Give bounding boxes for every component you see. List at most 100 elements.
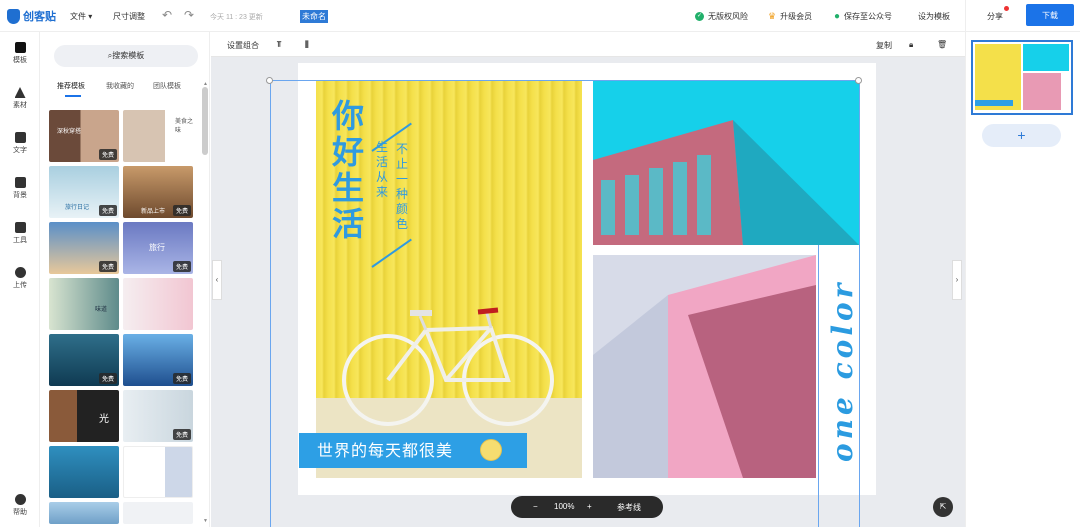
script-text[interactable]: one color: [820, 262, 859, 472]
page-thumbnail[interactable]: [971, 40, 1073, 115]
tab-recommended[interactable]: 推荐模板: [57, 81, 85, 91]
rail-item-tools[interactable]: 工具: [0, 222, 40, 245]
document-name[interactable]: 未命名: [300, 10, 328, 23]
selection-border: [270, 80, 860, 81]
zoom-out-button[interactable]: −: [533, 502, 538, 511]
align-top-icon[interactable]: ⫪: [277, 40, 282, 50]
tab-underline: [65, 95, 81, 97]
pink-architecture-photo[interactable]: [593, 255, 816, 478]
template-thumb[interactable]: 旅行 免费: [123, 222, 193, 274]
yellow-wall-photo[interactable]: 你好生活 生活从来 不止一种颜色: [316, 80, 582, 478]
upload-icon: [14, 267, 26, 278]
resize-handle[interactable]: [855, 77, 862, 84]
template-thumb[interactable]: 免费: [123, 390, 193, 442]
add-page-button[interactable]: +: [982, 124, 1061, 147]
rail-label: 文字: [13, 147, 27, 154]
collapse-left-icon[interactable]: ‹: [212, 260, 222, 300]
upgrade-label: 升级会员: [780, 12, 813, 21]
free-badge: 免费: [98, 205, 117, 216]
align-center-icon[interactable]: ⫼: [305, 40, 309, 50]
template-thumb[interactable]: [123, 502, 193, 524]
rail-label: 工具: [13, 237, 27, 244]
rail-item-text[interactable]: 文字: [0, 132, 40, 155]
share-button[interactable]: 分享: [987, 11, 1003, 22]
thumb-caption: 深秋穿搭: [57, 129, 82, 135]
help-icon: [14, 494, 26, 505]
tab-favorites[interactable]: 我收藏的: [106, 81, 134, 91]
template-thumb[interactable]: 味道: [49, 278, 119, 330]
zoom-level[interactable]: 100%: [554, 502, 574, 511]
divider: [965, 0, 966, 32]
thumb-caption: 旅行: [149, 243, 165, 252]
template-thumb[interactable]: [123, 278, 193, 330]
resize-handle[interactable]: [266, 77, 273, 84]
chevron-down-icon: ▾: [88, 12, 93, 21]
template-thumb[interactable]: 美食之味: [123, 110, 193, 162]
template-thumb[interactable]: 深秋穿搭 免费: [49, 110, 119, 162]
template-thumb[interactable]: 免费: [49, 222, 119, 274]
rail-item-background[interactable]: 背景: [0, 177, 40, 200]
thumb-caption: 美食之味: [175, 119, 193, 134]
zoom-bar: − 100% + 参考线: [511, 496, 663, 518]
rail-item-material[interactable]: 素材: [0, 87, 40, 110]
guides-toggle[interactable]: 参考线: [617, 502, 641, 513]
collapse-right-icon[interactable]: ›: [952, 260, 962, 300]
canvas-toolbar: 设置组合 ⫪ ⫼ 复制 🔒︎ 🗑︎: [211, 32, 965, 57]
thumb-caption: 光: [99, 414, 109, 425]
save-time: 今天 11 : 23 更新: [210, 14, 263, 21]
file-menu[interactable]: 文件 ▾: [70, 11, 92, 22]
scrollbar[interactable]: [202, 87, 208, 155]
template-thumb[interactable]: 免费: [49, 334, 119, 386]
rail-label: 素材: [13, 102, 27, 109]
building-photo[interactable]: [593, 80, 859, 245]
tab-team[interactable]: 团队模板: [153, 81, 181, 91]
template-thumb[interactable]: 新品上市 免费: [123, 166, 193, 218]
template-thumb[interactable]: [123, 446, 193, 498]
copyright-status[interactable]: ✓ 无版权风险: [695, 11, 748, 22]
delete-icon[interactable]: 🗑︎: [937, 40, 947, 49]
free-badge: 免费: [98, 261, 117, 272]
app-logo[interactable]: 创客贴: [7, 8, 56, 24]
undo-icon[interactable]: ↶: [162, 8, 172, 22]
redo-icon[interactable]: ↷: [184, 8, 194, 22]
selection-border: [818, 245, 819, 527]
design-banner[interactable]: 世界的每天都很美: [299, 433, 527, 468]
left-rail: 模板 素材 文字 背景 工具 上传 帮助: [0, 32, 40, 527]
zoom-in-button[interactable]: +: [587, 502, 592, 511]
copy-button[interactable]: 复制: [876, 40, 892, 51]
save-wechat-button[interactable]: ● 保存至公众号: [834, 11, 892, 22]
rail-label: 背景: [13, 192, 27, 199]
template-thumb[interactable]: 旅行日记 免费: [49, 166, 119, 218]
search-input[interactable]: ⌕搜索模板: [54, 45, 198, 67]
template-thumb[interactable]: [49, 502, 119, 524]
resize-button[interactable]: 尺寸调整: [113, 11, 145, 22]
building-illustration: [593, 120, 859, 245]
template-thumb[interactable]: 光: [49, 390, 119, 442]
architecture-illustration: [593, 255, 816, 478]
scroll-down-icon[interactable]: ▼: [203, 518, 208, 524]
set-template-button[interactable]: 设为模板: [918, 11, 950, 22]
search-placeholder: 搜索模板: [112, 51, 145, 60]
template-thumb[interactable]: [49, 446, 119, 498]
shapes-icon: [14, 87, 26, 98]
lock-icon[interactable]: 🔒︎: [909, 40, 913, 50]
rail-item-template[interactable]: 模板: [0, 42, 40, 65]
scroll-up-icon[interactable]: ▲: [203, 81, 208, 87]
text-icon: [14, 132, 26, 143]
thumb-caption: 味道: [95, 307, 108, 313]
background-icon: [14, 177, 26, 188]
rail-item-upload[interactable]: 上传: [0, 267, 40, 290]
bicycle-illustration: [342, 307, 554, 426]
set-group-button[interactable]: 设置组合: [227, 40, 259, 51]
upgrade-button[interactable]: ♛ 升级会员: [768, 11, 812, 22]
free-badge: 免费: [172, 261, 191, 272]
download-button[interactable]: 下载: [1026, 4, 1074, 26]
template-icon: [14, 42, 26, 53]
template-thumb[interactable]: 免费: [123, 334, 193, 386]
thumb-banner: [975, 100, 1013, 106]
rail-item-help[interactable]: 帮助: [0, 494, 40, 517]
thumb-caption: 旅行日记: [65, 205, 90, 211]
tools-icon: [14, 222, 26, 233]
expand-icon[interactable]: ⇱: [933, 497, 953, 517]
rail-label: 模板: [13, 57, 27, 64]
